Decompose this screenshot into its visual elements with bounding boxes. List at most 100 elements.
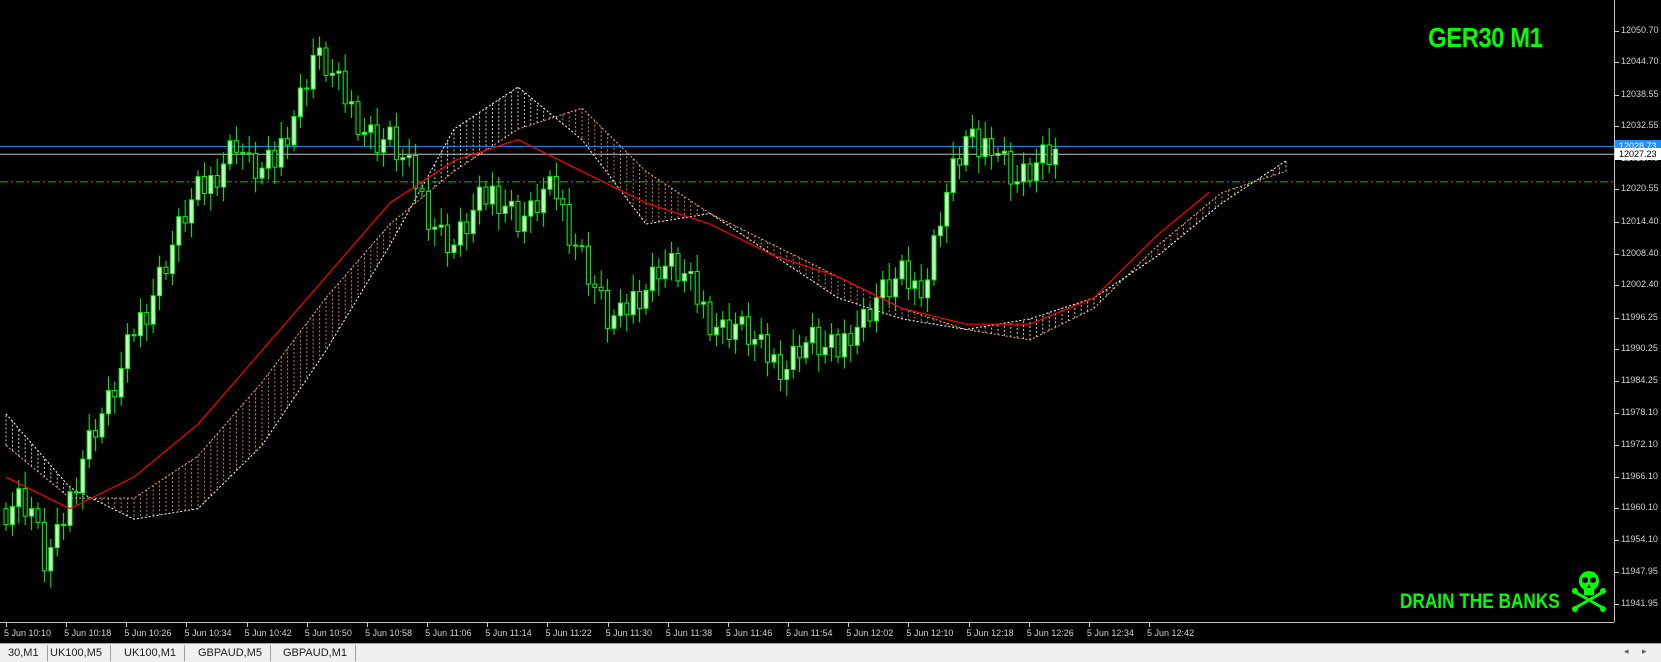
candle-body <box>131 334 137 337</box>
price-label: 11960.10 <box>1621 502 1658 513</box>
time-label: 5 Jun 12:42 <box>1147 628 1195 638</box>
candle-body <box>425 190 431 230</box>
candle-body <box>169 244 175 275</box>
candle-body <box>457 221 463 246</box>
price-tick <box>1615 508 1619 510</box>
tab-chart-uk100-m5[interactable]: UK100,M5 <box>42 645 111 661</box>
candle-body <box>253 152 259 179</box>
candle-body <box>758 334 764 340</box>
candle-body <box>208 175 214 194</box>
candle-body <box>477 186 483 211</box>
price-tick <box>1615 285 1619 287</box>
candle-body <box>528 200 534 217</box>
scroll-left-arrow-icon[interactable]: ◂ <box>1624 646 1629 657</box>
candle-body <box>694 270 700 305</box>
candle-body <box>73 491 79 494</box>
candle-body <box>483 186 489 205</box>
watermark-text: DRAIN THE BANKS <box>1400 590 1560 613</box>
candle-body <box>765 334 771 363</box>
candle-body <box>310 54 316 90</box>
candle-body <box>182 216 188 224</box>
candle-body <box>861 308 867 328</box>
candle-body <box>86 430 92 460</box>
price-tick <box>1615 603 1619 605</box>
candle-body <box>867 308 873 322</box>
price-scale[interactable]: 12050.7012044.7012038.5512032.5512026.40… <box>1614 0 1661 622</box>
candle-body <box>29 508 35 517</box>
candle-body <box>515 200 521 232</box>
tab-chart-gbpaud-m5[interactable]: GBPAUD,M5 <box>190 645 271 661</box>
time-tick <box>427 623 429 627</box>
time-tick <box>1149 623 1151 627</box>
price-tick <box>1615 380 1619 382</box>
candle-body <box>323 47 329 76</box>
time-tick <box>968 623 970 627</box>
candle-body <box>233 140 239 153</box>
candle-body <box>240 151 246 154</box>
candle-body <box>893 278 899 298</box>
candle-body <box>681 273 687 282</box>
candle-body <box>918 280 924 299</box>
candle-body <box>662 265 668 280</box>
candle-body <box>816 326 822 356</box>
candle-body <box>912 280 918 289</box>
time-tick <box>186 623 188 627</box>
tab-chart-gbpaud-m1[interactable]: GBPAUD,M1 <box>275 645 356 661</box>
candle-body <box>841 333 847 358</box>
candle-body <box>374 124 380 153</box>
price-tick <box>1615 317 1619 319</box>
time-label: 5 Jun 12:10 <box>906 628 954 638</box>
candle-body <box>246 152 252 155</box>
candle-body <box>502 205 508 214</box>
candle-body <box>822 346 828 356</box>
price-tick <box>1615 476 1619 478</box>
candle-body <box>707 301 713 336</box>
chart-plot[interactable] <box>0 0 1614 622</box>
candle-body <box>214 175 220 188</box>
candle-body <box>982 138 988 158</box>
price-tick <box>1615 62 1619 64</box>
price-label: 11996.25 <box>1621 311 1658 322</box>
candle-body <box>438 224 444 228</box>
candle-body <box>925 279 931 299</box>
time-label: 5 Jun 10:18 <box>64 628 112 638</box>
candle-body <box>35 508 41 523</box>
candle-body <box>99 413 105 438</box>
time-tick <box>1028 623 1030 627</box>
candle-body <box>451 244 457 253</box>
time-tick <box>908 623 910 627</box>
candle-body <box>489 185 495 205</box>
candle-body <box>3 508 9 525</box>
candle-body <box>387 126 393 141</box>
candle-body <box>720 319 726 328</box>
candle-body <box>573 244 579 247</box>
time-tick <box>727 623 729 627</box>
candle-body <box>752 338 758 345</box>
time-label: 5 Jun 10:26 <box>124 628 172 638</box>
candle-body <box>393 126 399 161</box>
tab-chart-uk100-m1[interactable]: UK100,M1 <box>116 645 185 661</box>
candle-body <box>285 138 291 146</box>
candle-body <box>400 157 406 161</box>
price-label: 11978.10 <box>1621 407 1658 418</box>
candle-body <box>48 547 54 572</box>
tab-chart-ger30-m1[interactable]: 30,M1 <box>0 645 48 661</box>
time-tick <box>547 623 549 627</box>
candle-body <box>873 297 879 322</box>
candle-body <box>733 323 739 340</box>
price-tick <box>1615 30 1619 32</box>
scroll-right-arrow-icon[interactable]: ▸ <box>1642 646 1647 657</box>
candle-body <box>1014 181 1020 185</box>
candle-body <box>944 191 950 227</box>
candle-body <box>649 266 655 291</box>
candle-body <box>771 354 777 363</box>
candle-body <box>675 253 681 282</box>
time-tick <box>366 623 368 627</box>
candle-body <box>592 283 598 288</box>
time-tick <box>487 623 489 627</box>
candle-body <box>854 326 860 346</box>
candle-body <box>598 286 604 291</box>
time-scale[interactable]: 5 Jun 10:10 5 Jun 10:18 5 Jun 10:26 5 Jun 1… <box>0 622 1614 643</box>
chart-canvas[interactable]: GER30 M1 DRAIN THE BANKS <box>0 0 1614 622</box>
candle-body <box>617 302 623 317</box>
